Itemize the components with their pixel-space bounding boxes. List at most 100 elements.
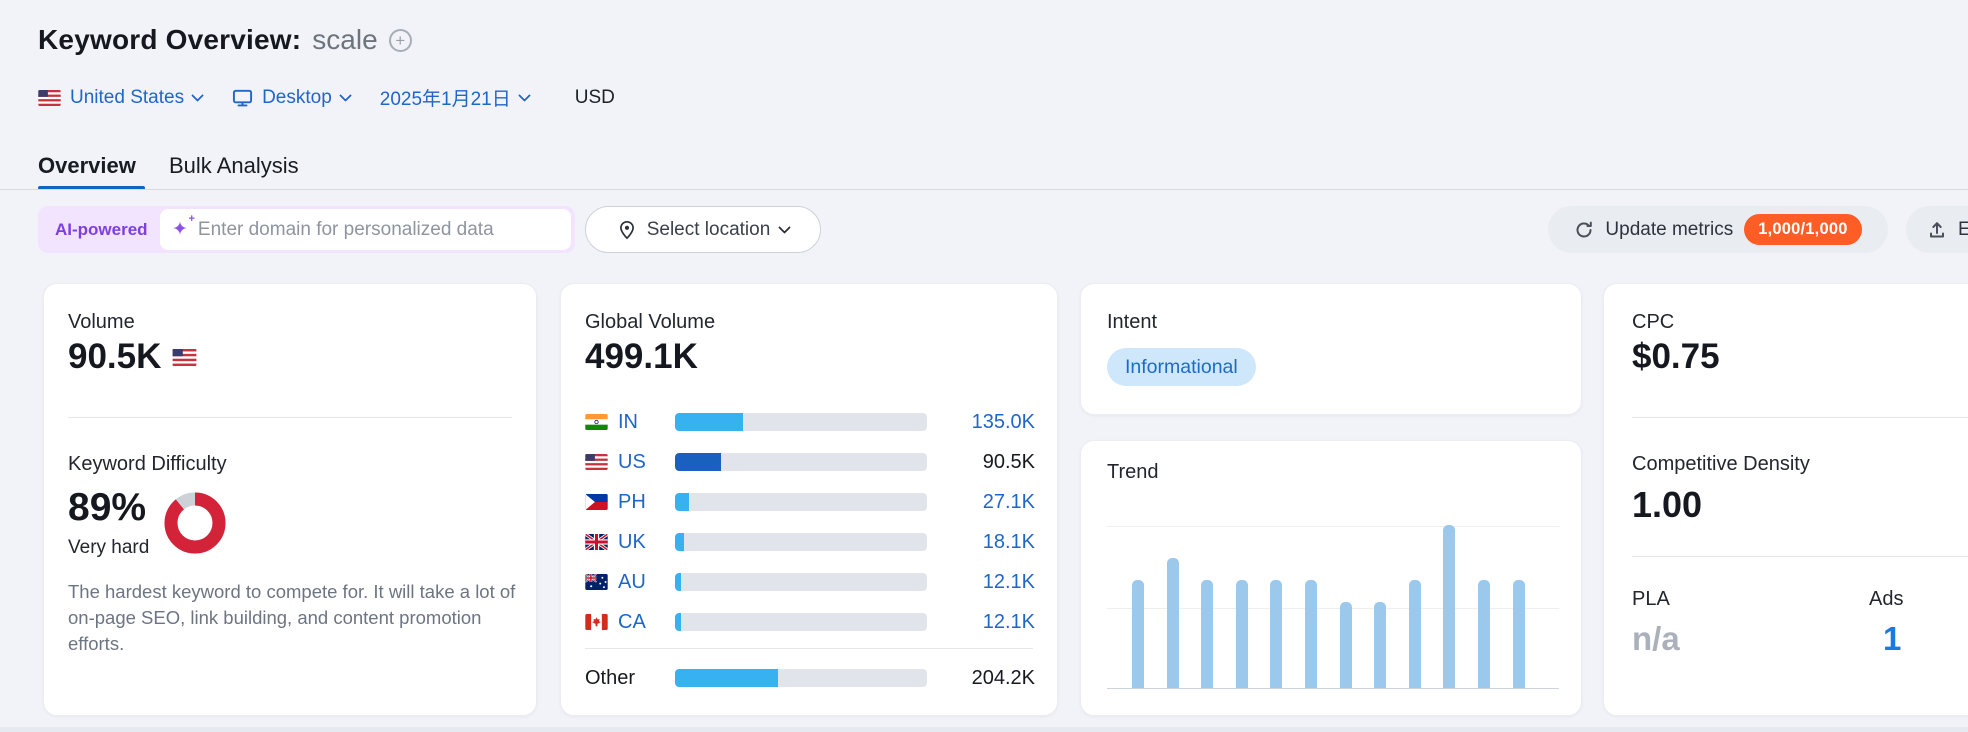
- country-code-link[interactable]: CA: [618, 611, 646, 634]
- trend-bar: [1235, 580, 1248, 688]
- quota-badge: 1,000/1,000: [1744, 214, 1862, 245]
- country-row-ph: PH 27.1K: [585, 482, 1035, 522]
- us-flag-icon: [172, 348, 197, 366]
- page-title-keyword: scale: [312, 24, 378, 55]
- global-volume-label: Global Volume: [585, 311, 716, 333]
- country-row-us: US 90.5K: [585, 442, 1035, 482]
- country-volume-value[interactable]: 12.1K: [927, 571, 1035, 594]
- country-volume-bar: [675, 533, 927, 551]
- country-volume-value[interactable]: 27.1K: [927, 491, 1035, 514]
- trend-bar-chart: [1107, 525, 1559, 689]
- other-volume-bar-fill: [675, 669, 779, 687]
- page-title-label: Keyword Overview:: [38, 24, 302, 55]
- country-code-link[interactable]: PH: [618, 491, 646, 514]
- country-volume-value[interactable]: 12.1K: [927, 611, 1035, 634]
- country-code-block: UK: [585, 531, 675, 554]
- upload-export-icon: [1927, 220, 1947, 240]
- ai-powered-badge: AI-powered: [55, 220, 148, 239]
- trend-card: Trend: [1080, 440, 1582, 716]
- update-metrics-button[interactable]: Update metrics 1,000/1,000: [1548, 206, 1888, 253]
- ads-value[interactable]: 1: [1883, 620, 1901, 658]
- update-metrics-label: Update metrics: [1605, 218, 1734, 240]
- tab-bulk-analysis[interactable]: Bulk Analysis: [169, 153, 299, 179]
- uk-flag-icon: [585, 534, 608, 550]
- export-label: Export: [1958, 218, 1968, 240]
- next-section-edge: [0, 727, 1968, 732]
- device-dropdown-label: Desktop: [262, 86, 332, 108]
- country-code-link[interactable]: US: [618, 451, 646, 474]
- country-dropdown[interactable]: United States: [38, 86, 204, 109]
- ads-label: Ads: [1869, 588, 1904, 610]
- country-code-link[interactable]: IN: [618, 411, 638, 434]
- export-button[interactable]: Export: [1906, 206, 1968, 253]
- country-volume-bar-fill: [675, 533, 685, 551]
- sparkles-icon: ✦ +: [172, 213, 195, 240]
- global-volume-rows: IN 135.0K US 90.5K PH 27.1K UK 18.1K AU 12.1K CA 12…: [585, 402, 1035, 642]
- date-dropdown-label: 2025年1月21日: [379, 89, 511, 110]
- card-divider: [68, 417, 512, 418]
- pla-value: n/a: [1632, 620, 1680, 657]
- intent-label: Intent: [1107, 311, 1158, 333]
- other-volume-bar: [675, 669, 927, 687]
- map-pin-icon: [617, 220, 637, 240]
- trend-bar: [1339, 602, 1352, 688]
- page-title: Keyword Overview: scale +: [38, 24, 412, 56]
- cpc-value: $0.75: [1632, 337, 1720, 376]
- country-volume-value[interactable]: 18.1K: [927, 531, 1035, 554]
- chevron-down-icon: [338, 88, 352, 102]
- chevron-down-icon: [517, 88, 531, 102]
- us-flag-icon: [38, 89, 61, 106]
- volume-kd-card: Volume 90.5K Keyword Difficulty 89% Very…: [43, 283, 537, 716]
- volume-value: 90.5K: [68, 337, 197, 377]
- country-code-link[interactable]: UK: [618, 531, 646, 554]
- trend-bar: [1270, 580, 1283, 688]
- volume-label: Volume: [68, 311, 135, 333]
- cpc-label: CPC: [1632, 311, 1675, 333]
- card-divider: [1632, 556, 1968, 557]
- country-volume-bar-fill: [675, 453, 721, 471]
- ai-domain-input-group: AI-powered ✦ +: [38, 206, 575, 253]
- country-volume-bar-fill: [675, 613, 682, 631]
- country-volume-value: 90.5K: [982, 450, 1035, 473]
- trend-bar: [1132, 580, 1144, 688]
- trend-bar: [1305, 580, 1317, 688]
- domain-input-box: ✦ +: [160, 209, 571, 250]
- card-divider: [1632, 417, 1968, 418]
- tabs-divider: [0, 189, 1968, 190]
- trend-bar: [1408, 580, 1421, 688]
- trend-bar: [1478, 580, 1490, 688]
- select-location-button[interactable]: Select location: [585, 206, 821, 253]
- device-dropdown[interactable]: Desktop: [232, 86, 352, 109]
- currency-label: USD: [574, 86, 615, 108]
- refresh-icon: [1574, 220, 1594, 240]
- country-dropdown-label: United States: [70, 86, 185, 108]
- in-flag-icon: [585, 414, 608, 430]
- date-dropdown[interactable]: 2025年1月21日: [379, 84, 531, 111]
- au-flag-icon: [585, 574, 608, 590]
- country-code-block: US: [585, 451, 675, 474]
- country-volume-bar: [675, 453, 927, 471]
- country-code-link[interactable]: AU: [618, 571, 646, 594]
- country-code-block: IN: [585, 411, 675, 434]
- trend-bar: [1166, 558, 1179, 688]
- keyword-difficulty-percent: 89%: [68, 486, 147, 529]
- plus-circle-icon[interactable]: +: [388, 28, 412, 52]
- country-volume-bar-fill: [675, 413, 744, 431]
- other-label: Other: [585, 666, 636, 689]
- chevron-down-icon: [191, 88, 204, 102]
- country-volume-bar: [675, 493, 927, 511]
- tab-overview[interactable]: Overview: [38, 153, 136, 179]
- keyword-difficulty-description: The hardest keyword to compete for. It w…: [68, 581, 516, 654]
- trend-bar: [1512, 580, 1525, 688]
- country-volume-value[interactable]: 135.0K: [927, 411, 1035, 434]
- keyword-difficulty-level: Very hard: [68, 537, 150, 558]
- keyword-difficulty-label: Keyword Difficulty: [68, 453, 227, 475]
- other-volume-value: 204.2K: [971, 666, 1035, 689]
- global-volume-card: Global Volume 499.1K IN 135.0K US 90.5K PH 27…: [560, 283, 1058, 716]
- country-code-block: AU: [585, 571, 675, 594]
- country-row-in: IN 135.0K: [585, 402, 1035, 442]
- country-code-block: PH: [585, 491, 675, 514]
- global-volume-value: 499.1K: [585, 337, 698, 376]
- domain-input[interactable]: [197, 218, 559, 241]
- ca-flag-icon: [585, 614, 608, 630]
